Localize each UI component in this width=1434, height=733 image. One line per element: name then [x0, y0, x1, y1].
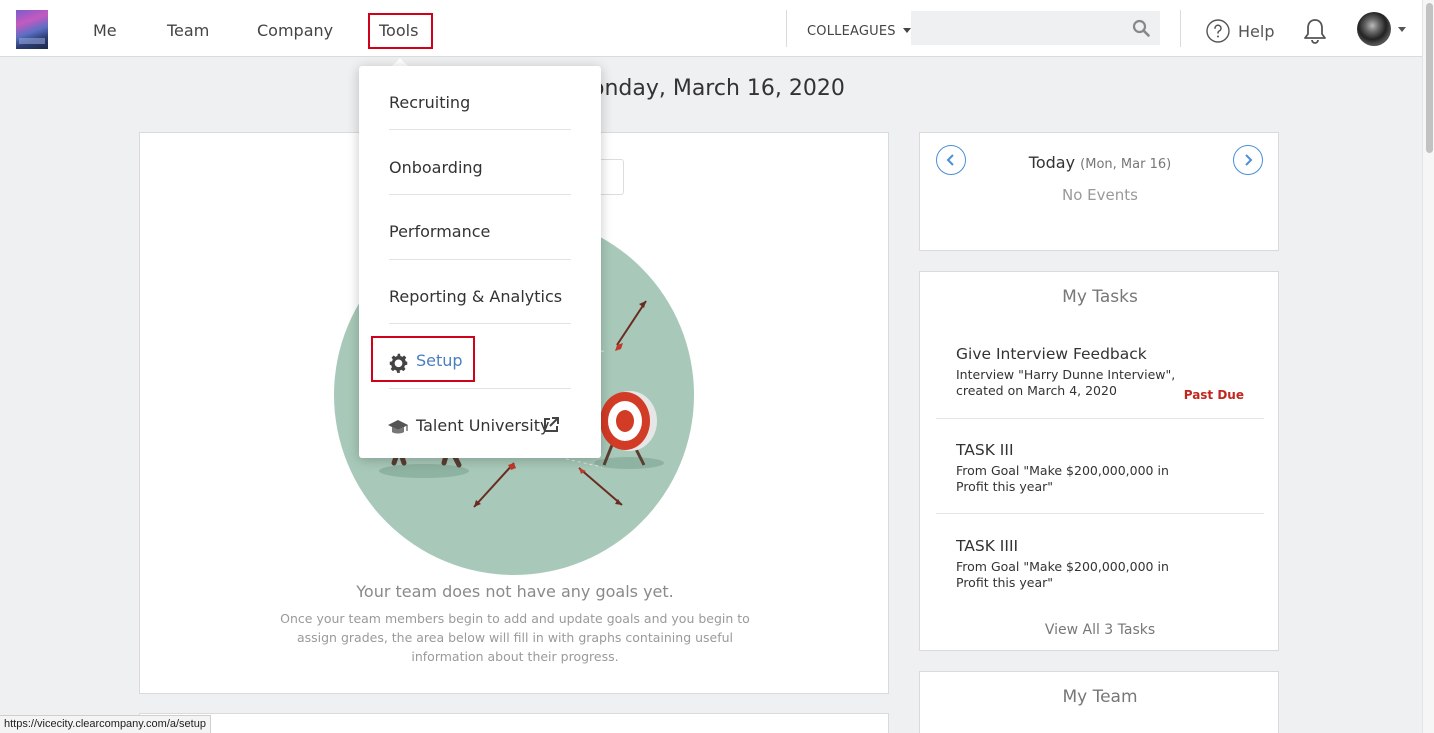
task-description: From Goal "Make $200,000,000 in Profit t…: [956, 559, 1169, 590]
menu-item-talent-university[interactable]: Talent University: [416, 416, 549, 435]
nav-team[interactable]: Team: [167, 21, 209, 40]
calendar-today: Today (Mon, Mar 16): [920, 153, 1280, 172]
calendar-panel: Today (Mon, Mar 16) No Events: [919, 132, 1279, 251]
caret-down-icon[interactable]: [1398, 27, 1406, 32]
task-item[interactable]: TASK IIII From Goal "Make $200,000,000 i…: [936, 537, 1264, 597]
chevron-right-icon: [1245, 154, 1253, 166]
menu-item-recruiting[interactable]: Recruiting: [389, 93, 571, 112]
external-link-icon: [544, 417, 559, 432]
nav-tools[interactable]: Tools: [379, 21, 418, 40]
nav-company[interactable]: Company: [257, 21, 333, 40]
search-icon[interactable]: [1132, 19, 1150, 37]
next-day-button[interactable]: [1233, 145, 1263, 175]
menu-item-performance[interactable]: Performance: [389, 222, 571, 241]
avatar[interactable]: [1357, 12, 1391, 46]
no-events-text: No Events: [1062, 186, 1138, 204]
my-team-title: My Team: [1062, 687, 1138, 707]
bottom-panel: [139, 713, 889, 733]
caret-down-icon: [903, 28, 912, 33]
menu-item-onboarding[interactable]: Onboarding: [389, 158, 571, 177]
task-item[interactable]: Give Interview Feedback Interview "Harry…: [936, 345, 1264, 419]
help-link[interactable]: Help: [1238, 22, 1274, 41]
colleagues-dropdown[interactable]: COLLEAGUES: [807, 24, 912, 39]
colleagues-label: COLLEAGUES: [807, 24, 896, 39]
menu-divider: [389, 388, 571, 389]
menu-divider: [389, 194, 571, 195]
my-tasks-panel: My Tasks Give Interview Feedback Intervi…: [919, 271, 1279, 651]
task-title[interactable]: TASK III: [956, 441, 1014, 459]
menu-item-setup[interactable]: Setup: [416, 351, 463, 370]
page-date-heading: Monday, March 16, 2020: [572, 76, 845, 101]
page-scrollbar[interactable]: [1422, 0, 1434, 733]
help-icon[interactable]: [1206, 19, 1230, 43]
menu-divider: [389, 323, 571, 324]
status-bar-url: https://vicecity.clearcompany.com/a/setu…: [0, 715, 211, 733]
gear-icon: [389, 353, 408, 373]
menu-divider: [389, 259, 571, 260]
task-title[interactable]: TASK IIII: [956, 537, 1018, 555]
nav-divider: [1180, 10, 1181, 47]
empty-goals-title: Your team does not have any goals yet.: [356, 582, 674, 601]
menu-divider: [389, 129, 571, 130]
bell-icon[interactable]: [1302, 17, 1328, 45]
task-item[interactable]: TASK III From Goal "Make $200,000,000 in…: [936, 441, 1264, 514]
calendar-today-date: (Mon, Mar 16): [1080, 157, 1172, 172]
tools-dropdown-menu: Recruiting Onboarding Performance Report…: [359, 66, 601, 458]
empty-goals-description: Once your team members begin to add and …: [280, 611, 750, 664]
view-all-tasks-link[interactable]: View All 3 Tasks: [920, 622, 1280, 638]
past-due-badge: Past Due: [1183, 388, 1244, 402]
task-description: From Goal "Make $200,000,000 in Profit t…: [956, 463, 1169, 494]
search-box: [911, 11, 1160, 45]
menu-item-reporting-analytics[interactable]: Reporting & Analytics: [389, 287, 571, 306]
nav-me[interactable]: Me: [93, 21, 117, 40]
graduation-cap-icon: [388, 420, 408, 434]
company-logo[interactable]: [16, 10, 48, 49]
task-title[interactable]: Give Interview Feedback: [956, 345, 1147, 363]
task-description: Interview "Harry Dunne Interview", creat…: [956, 367, 1176, 398]
calendar-today-label: Today: [1028, 153, 1076, 172]
scrollbar-thumb[interactable]: [1426, 3, 1433, 153]
my-team-panel: My Team: [919, 671, 1279, 733]
nav-divider: [786, 10, 787, 47]
my-tasks-title: My Tasks: [1062, 287, 1138, 307]
search-input[interactable]: [911, 11, 1131, 45]
top-navbar: Me Team Company Tools COLLEAGUES Help: [0, 0, 1422, 57]
